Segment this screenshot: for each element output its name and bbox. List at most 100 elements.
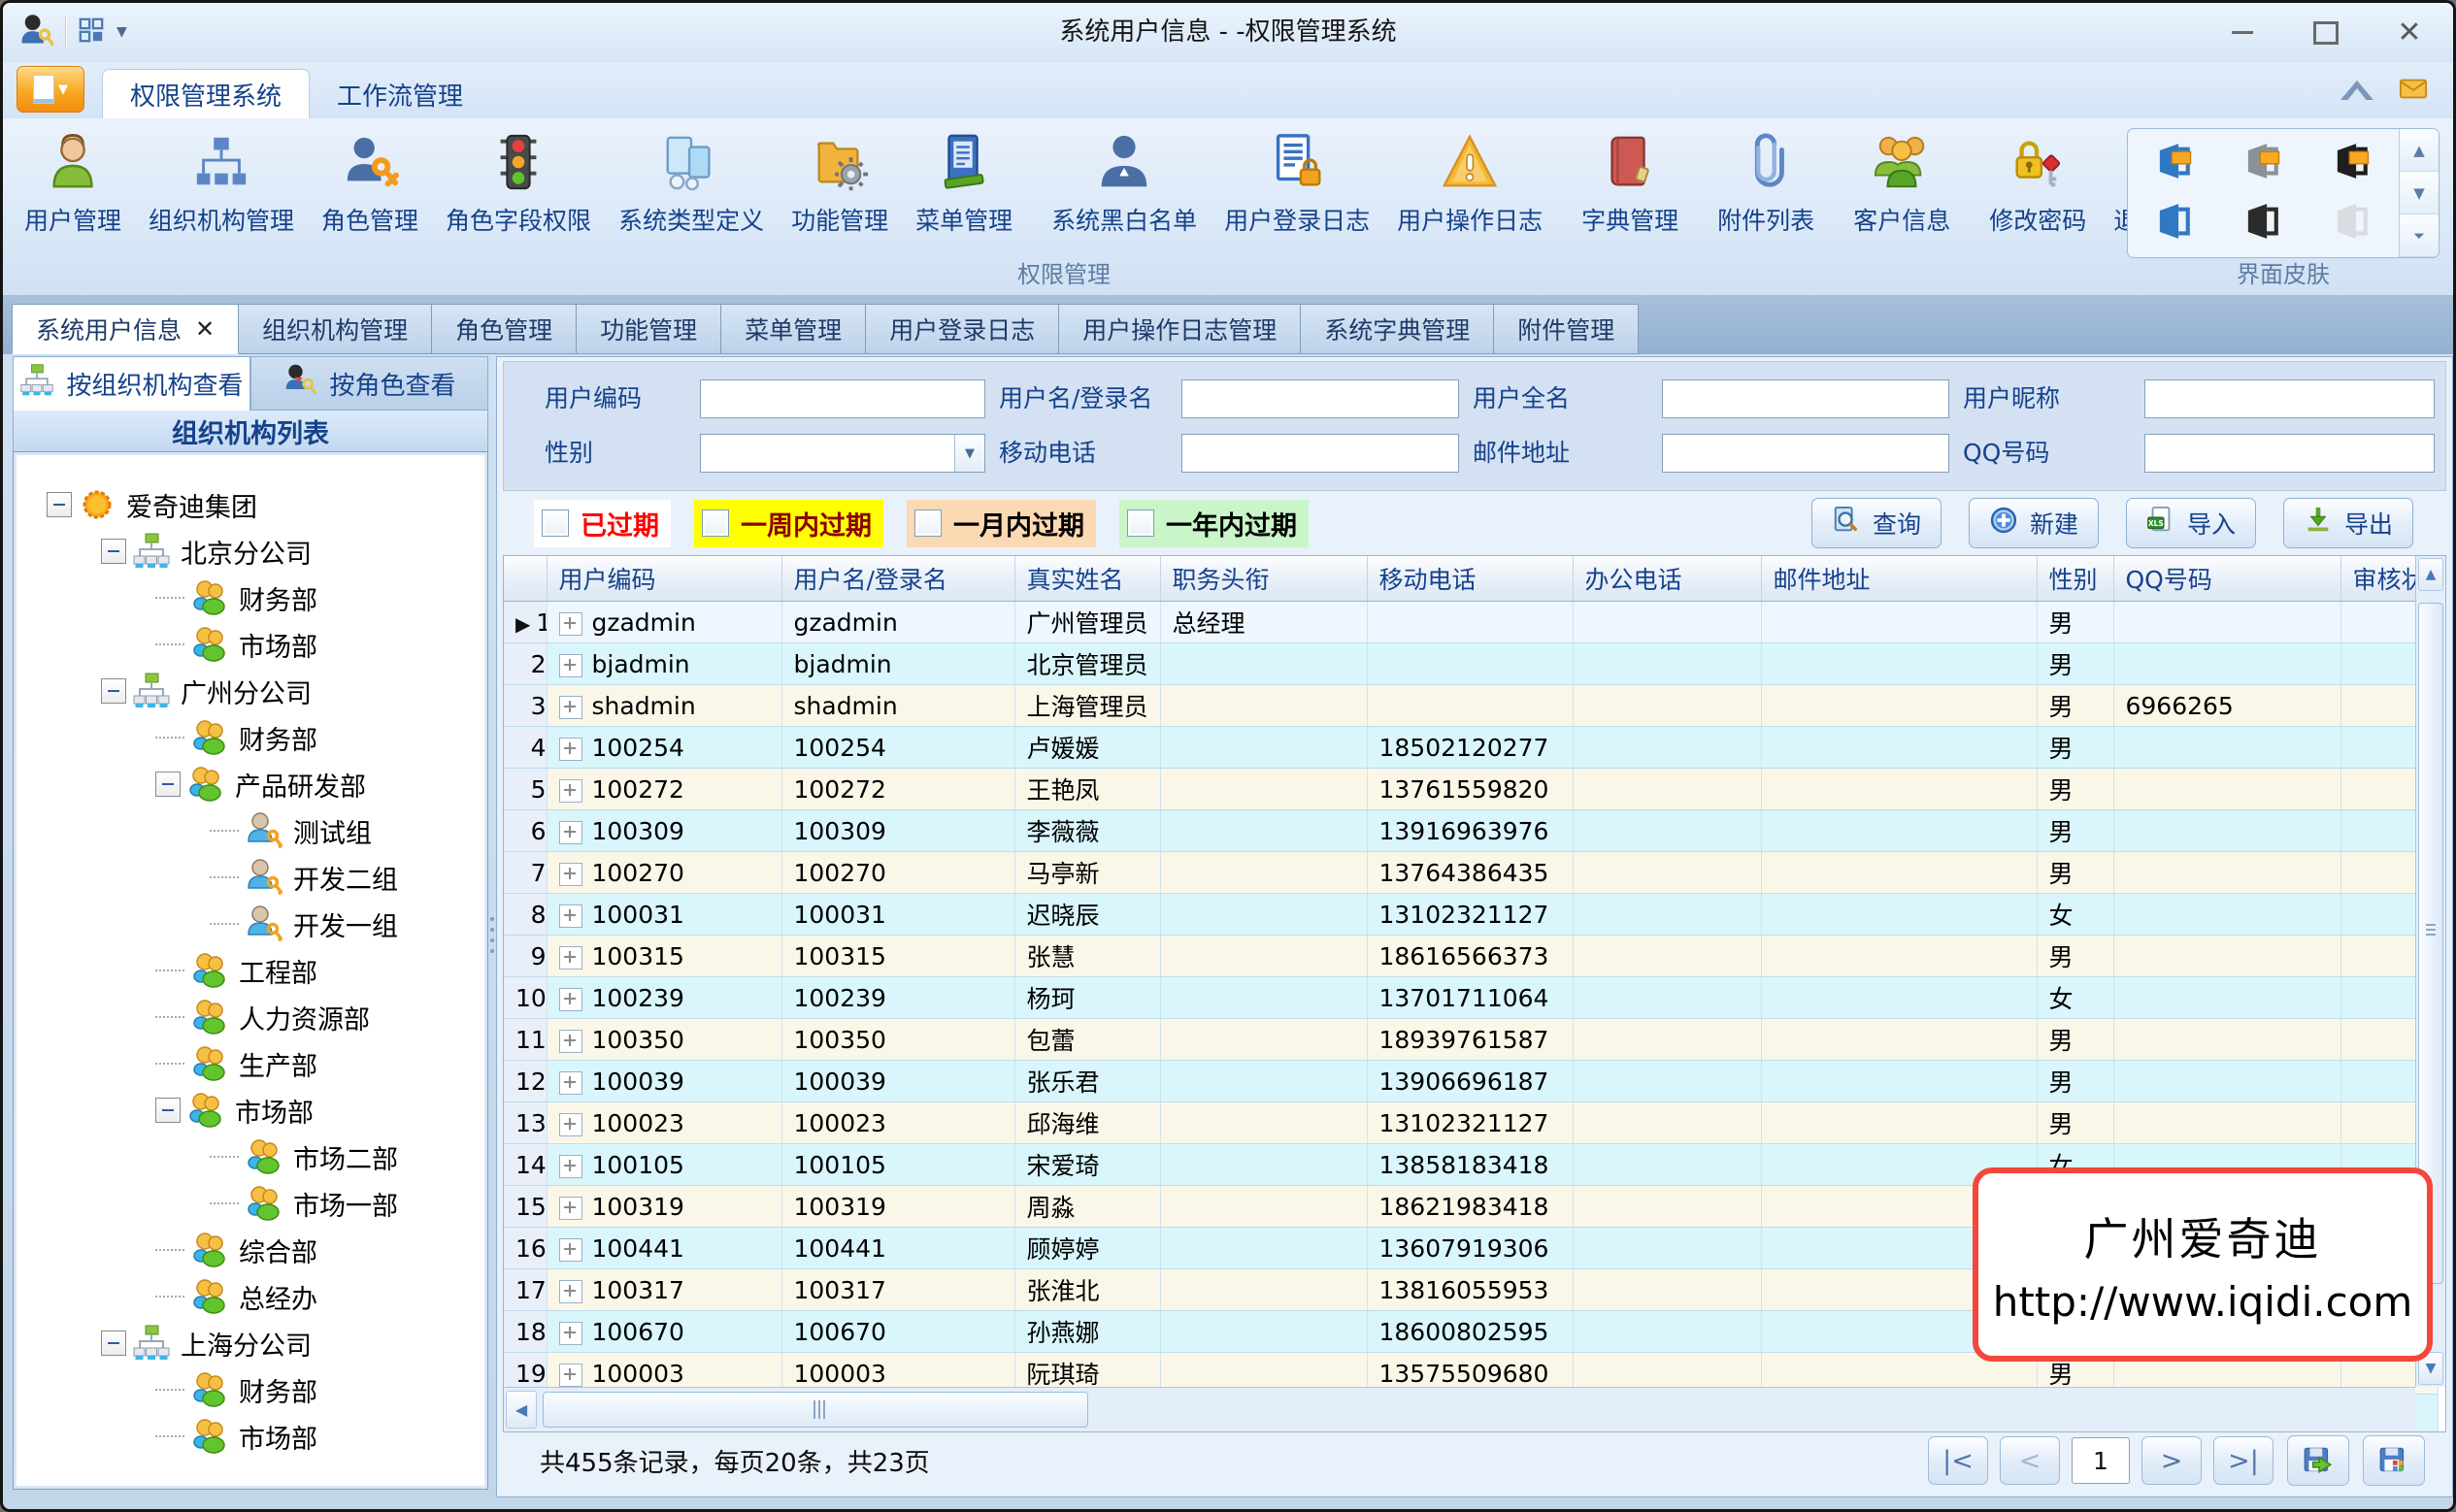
tree-node-广州分公司[interactable]: 广州分公司: [14, 668, 487, 714]
maximize-button[interactable]: [2309, 16, 2342, 49]
export-grid-button[interactable]: [2287, 1435, 2349, 1486]
ribbon-tab-工作流管理[interactable]: 工作流管理: [310, 70, 490, 118]
input-用户名/登录名[interactable]: [1181, 379, 1459, 418]
save-layout-button[interactable]: [2363, 1435, 2425, 1486]
select-性别[interactable]: ▼: [700, 434, 985, 473]
skin-option-silver-tag-icon[interactable]: [2241, 140, 2284, 186]
tree-node-市场一部[interactable]: 市场一部: [14, 1180, 487, 1227]
tree-node-北京分公司[interactable]: 北京分公司: [14, 528, 487, 575]
expand-row-icon[interactable]: [559, 612, 582, 636]
doc-tab-组织机构管理[interactable]: 组织机构管理: [238, 304, 432, 354]
ribbon-button-字典管理[interactable]: 字典管理: [1568, 126, 1692, 243]
查询-button[interactable]: 查询: [1811, 498, 1942, 548]
collapse-node-icon[interactable]: [47, 492, 72, 517]
collapse-node-icon[interactable]: [101, 1331, 126, 1356]
next-page-button[interactable]: >: [2141, 1436, 2202, 1485]
tree-node-开发二组[interactable]: 开发二组: [14, 854, 487, 901]
expand-row-icon[interactable]: [559, 946, 582, 970]
tree-node-市场部[interactable]: 市场部: [14, 621, 487, 668]
expand-row-icon[interactable]: [559, 1071, 582, 1095]
expand-row-icon[interactable]: [559, 1030, 582, 1053]
collapse-ribbon-icon[interactable]: [2340, 81, 2373, 100]
minimize-button[interactable]: [2226, 16, 2259, 49]
checkbox-icon[interactable]: [702, 509, 729, 537]
tree-node-综合部[interactable]: 综合部: [14, 1227, 487, 1273]
skin-option-black-tag-icon[interactable]: [2331, 140, 2373, 186]
ribbon-tab-权限管理系统[interactable]: 权限管理系统: [102, 69, 310, 118]
column-header-QQ号码[interactable]: QQ号码: [2113, 556, 2340, 602]
input-移动电话[interactable]: [1181, 434, 1459, 473]
horizontal-scroll-thumb[interactable]: [543, 1392, 1088, 1428]
expand-row-icon[interactable]: [559, 988, 582, 1011]
table-row[interactable]: 4100254100254卢媛媛18502120277男: [504, 727, 2438, 769]
ribbon-button-角色管理[interactable]: 角色管理: [308, 126, 432, 243]
doc-tab-功能管理[interactable]: 功能管理: [576, 304, 721, 354]
column-header-办公电话[interactable]: 办公电话: [1573, 556, 1761, 602]
column-header-用户名/登录名[interactable]: 用户名/登录名: [781, 556, 1014, 602]
gallery-down-button[interactable]: ▼: [2400, 172, 2439, 214]
ribbon-button-系统黑白名单[interactable]: 系统黑白名单: [1038, 126, 1211, 243]
table-row[interactable]: ▶1gzadmingzadmin广州管理员总经理男: [504, 602, 2438, 643]
新建-button[interactable]: 新建: [1969, 498, 2099, 548]
tree-node-财务部[interactable]: 财务部: [14, 575, 487, 621]
tree-node-市场部[interactable]: 市场部: [14, 1413, 487, 1460]
column-header-真实姓名[interactable]: 真实姓名: [1014, 556, 1160, 602]
ribbon-button-修改密码[interactable]: 修改密码: [1975, 126, 2100, 243]
table-row[interactable]: 7100270100270马亭新13764386435男: [504, 852, 2438, 894]
expand-row-icon[interactable]: [559, 821, 582, 844]
dropdown-arrow-icon[interactable]: ▼: [954, 435, 984, 472]
ribbon-button-用户操作日志[interactable]: 用户操作日志: [1383, 126, 1556, 243]
column-header-用户编码[interactable]: 用户编码: [547, 556, 781, 602]
ribbon-button-功能管理[interactable]: 功能管理: [778, 126, 902, 243]
expand-row-icon[interactable]: [559, 863, 582, 886]
filter-已过期[interactable]: 已过期: [534, 500, 671, 547]
mail-icon[interactable]: [2399, 74, 2428, 107]
column-header-职务头衔[interactable]: 职务头衔: [1160, 556, 1367, 602]
column-header-row-indicator[interactable]: [504, 556, 547, 602]
tree-node-财务部[interactable]: 财务部: [14, 1366, 487, 1413]
checkbox-icon[interactable]: [914, 509, 942, 537]
splitter-handle[interactable]: [488, 898, 496, 971]
input-邮件地址[interactable]: [1662, 434, 1949, 473]
导入-button[interactable]: XLS导入: [2126, 498, 2256, 548]
input-QQ号码[interactable]: [2144, 434, 2435, 473]
collapse-node-icon[interactable]: [101, 539, 126, 564]
column-header-移动电话[interactable]: 移动电话: [1367, 556, 1573, 602]
导出-button[interactable]: 导出: [2283, 498, 2413, 548]
ribbon-button-角色字段权限[interactable]: 角色字段权限: [432, 126, 605, 243]
expand-row-icon[interactable]: [559, 1238, 582, 1262]
expand-row-icon[interactable]: [559, 1113, 582, 1136]
expand-row-icon[interactable]: [559, 904, 582, 928]
ribbon-button-菜单管理[interactable]: 菜单管理: [902, 126, 1026, 243]
scroll-up-icon[interactable]: ▲: [2418, 558, 2443, 591]
skin-option-black-icon[interactable]: [2241, 200, 2284, 247]
input-用户编码[interactable]: [700, 379, 985, 418]
collapse-node-icon[interactable]: [101, 678, 126, 704]
expand-row-icon[interactable]: [559, 696, 582, 719]
checkbox-icon[interactable]: [1127, 509, 1154, 537]
prev-page-button[interactable]: <: [2000, 1436, 2060, 1485]
table-row[interactable]: 5100272100272王艳凤13761559820男: [504, 769, 2438, 810]
filter-一周内过期[interactable]: 一周内过期: [694, 500, 883, 547]
ribbon-button-用户登录日志[interactable]: 用户登录日志: [1211, 126, 1383, 243]
ribbon-button-组织机构管理[interactable]: 组织机构管理: [135, 126, 308, 243]
tree-node-市场部[interactable]: 市场部: [14, 1087, 487, 1134]
tree-node-上海分公司[interactable]: 上海分公司: [14, 1320, 487, 1366]
ribbon-button-用户管理[interactable]: 用户管理: [11, 126, 135, 243]
tree-node-市场二部[interactable]: 市场二部: [14, 1134, 487, 1180]
expand-row-icon[interactable]: [559, 1364, 582, 1387]
tree-node-总经办[interactable]: 总经办: [14, 1273, 487, 1320]
expand-row-icon[interactable]: [559, 1155, 582, 1178]
last-page-button[interactable]: >|: [2213, 1436, 2273, 1485]
expand-row-icon[interactable]: [559, 654, 582, 677]
table-row[interactable]: 6100309100309李薇薇13916963976男: [504, 810, 2438, 852]
tree-node-测试组[interactable]: 测试组: [14, 807, 487, 854]
expand-row-icon[interactable]: [559, 1322, 582, 1345]
table-row[interactable]: 9100315100315张慧18616566373男: [504, 936, 2438, 977]
column-header-邮件地址[interactable]: 邮件地址: [1761, 556, 2037, 602]
table-row[interactable]: 12100039100039张乐君13906696187男: [504, 1061, 2438, 1102]
tree-node-生产部[interactable]: 生产部: [14, 1040, 487, 1087]
doc-tab-系统字典管理[interactable]: 系统字典管理: [1300, 304, 1494, 354]
table-row[interactable]: 2bjadminbjadmin北京管理员男: [504, 643, 2438, 685]
application-menu-button[interactable]: ▼: [17, 66, 84, 113]
